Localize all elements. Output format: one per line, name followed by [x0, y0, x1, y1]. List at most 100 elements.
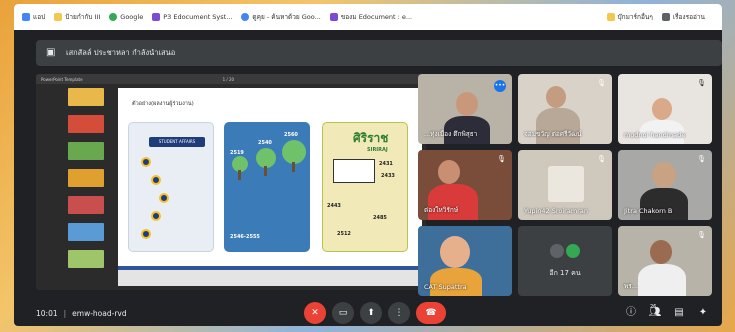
participant-name: พร... — [624, 282, 638, 290]
participant-tile[interactable]: CAT Supattra — [418, 226, 512, 296]
more-participants-tile[interactable]: อีก 17 คน — [518, 226, 612, 296]
participant-face — [548, 166, 584, 202]
page-indicator: 1 / 20 — [222, 76, 235, 82]
current-slide: ตัวอย่าง(ผลงานผู้ร่วมงาน) STUDENT AFFAIR… — [118, 88, 422, 286]
mic-off-icon: 🎙︎ — [597, 155, 606, 163]
slide-thumbnail[interactable] — [68, 88, 104, 106]
mic-off-icon: ✕ — [311, 308, 319, 318]
slide-thumbnails — [54, 88, 104, 286]
participant-tile[interactable]: 🎙︎ Yupin42 Sroiramran — [518, 150, 612, 220]
participant-tile[interactable]: 🎙︎ จอมขวัญ ต่อศรีวัฒน์ — [518, 74, 612, 144]
google-icon — [109, 13, 118, 21]
presenter-bar: ▣ เสกสัลล์ ประชาหลา กำลังนำเสนอ — [36, 40, 722, 66]
avatar — [566, 244, 580, 258]
building-icon — [333, 159, 375, 183]
bookmark-apps[interactable]: แอป — [22, 12, 45, 22]
slide-thumbnail[interactable] — [68, 115, 104, 133]
slide-thumbnail[interactable] — [68, 169, 104, 187]
activities-icon: ✦ — [698, 307, 708, 318]
mic-off-icon: 🎙︎ — [697, 155, 706, 163]
mic-off-icon: 🎙︎ — [697, 231, 706, 239]
tree-trunk — [264, 166, 267, 176]
year-label: 2560 — [284, 132, 298, 138]
p3-icon — [152, 13, 161, 21]
bookmark-google-search[interactable]: ดูคุย - ค้นหาด้วย Goo... — [241, 12, 321, 22]
panel-header: STUDENT AFFAIRS — [149, 137, 205, 147]
presenter-label: เสกสัลล์ ประชาหลา กำลังนำเสนอ — [66, 48, 176, 57]
year-label: 2519 — [230, 150, 244, 156]
shared-screen[interactable]: PowerPoint Template 1 / 20 ตัวอย่าง(ผลงา… — [36, 74, 426, 290]
tree-trunk — [238, 170, 241, 180]
year-label: 2485 — [373, 215, 387, 221]
participant-tile[interactable]: 🎙︎ พร... — [618, 226, 712, 296]
year-label: 2443 — [327, 203, 341, 209]
year-label: 2546-2555 — [230, 234, 260, 240]
timeline-dot — [151, 175, 161, 185]
leave-call-button[interactable]: ☎ — [416, 302, 446, 324]
participant-name: Yupin42 Sroiramran — [524, 207, 588, 215]
participant-face — [652, 162, 676, 188]
camera-toggle-button[interactable]: ▭ — [332, 302, 354, 324]
timeline-dot — [141, 157, 151, 167]
participant-tile[interactable]: 🎙︎ ต่องใหวิรักษ์ — [418, 150, 512, 220]
meeting-details-button[interactable]: ⓘ — [622, 304, 640, 322]
speaking-indicator-icon: ••• — [494, 80, 506, 92]
bookmark-reading-list[interactable]: เรื่องรออ่าน — [661, 12, 705, 22]
screen-toolbar: PowerPoint Template 1 / 20 — [36, 74, 426, 84]
slide-thumbnail[interactable] — [68, 196, 104, 214]
folder-icon — [606, 13, 615, 21]
bookmark-folder[interactable]: ป้ายกำกับ III — [54, 12, 100, 22]
participant-name: Jitra Chakorn B — [624, 207, 673, 215]
google-icon — [241, 13, 250, 21]
participant-count-badge: 26 — [650, 304, 657, 310]
timeline-dot — [141, 229, 151, 239]
mic-off-icon: 🎙︎ — [597, 79, 606, 87]
present-now-button[interactable]: ⬆ — [360, 302, 382, 324]
meeting-code: emw-hoad-rvd — [72, 308, 127, 318]
people-button[interactable]: 26 👥︎ — [646, 304, 664, 322]
app-title: PowerPoint Template — [41, 76, 83, 82]
participant-body — [430, 268, 482, 296]
p3-icon — [329, 13, 338, 21]
participant-body — [640, 188, 688, 220]
more-vert-icon: ⋮ — [394, 308, 404, 318]
participant-name: modnoi handmade — [624, 131, 686, 139]
participant-face — [650, 240, 672, 264]
bookmark-edocument[interactable]: ของม Edocument : e... — [329, 12, 412, 22]
slide-title: ตัวอย่าง(ผลงานผู้ร่วมงาน) — [132, 101, 194, 107]
bookmark-p3-edocument[interactable]: P3 Edocument Syst... — [152, 13, 232, 21]
participant-tile[interactable]: 🎙︎ Jitra Chakorn B — [618, 150, 712, 220]
participant-body — [638, 264, 686, 296]
year-label: 2433 — [381, 173, 395, 179]
year-label: 2431 — [379, 161, 393, 167]
participant-name: CAT Supattra — [424, 283, 467, 291]
mic-off-icon: 🎙︎ — [697, 79, 706, 87]
tree-icon — [282, 140, 306, 164]
timeline-dot — [151, 211, 161, 221]
bookmark-other[interactable]: บุ๊กมาร์กอื่นๆ — [606, 12, 653, 22]
participant-name: ...ทุ่งเมือง ตึกพิสุธา — [424, 130, 478, 138]
mic-toggle-button[interactable]: ✕ — [304, 302, 326, 324]
present-screen-icon: ▣ — [46, 47, 56, 58]
more-options-button[interactable]: ⋮ — [388, 302, 410, 324]
reading-list-icon — [661, 13, 670, 21]
participant-face — [652, 98, 672, 120]
slide-thumbnail[interactable] — [68, 142, 104, 160]
more-participants-label: อีก 17 คน — [549, 269, 581, 277]
slide-thumbnail[interactable] — [68, 223, 104, 241]
meeting-time: 10:01 — [36, 308, 58, 318]
activities-button[interactable]: ✦ — [694, 304, 712, 322]
bookmark-google[interactable]: Google — [109, 13, 143, 21]
participant-name: จอมขวัญ ต่อศรีวัฒน์ — [524, 130, 582, 138]
year-label: 2540 — [258, 140, 272, 146]
participant-tile[interactable]: 🎙︎ modnoi handmade — [618, 74, 712, 144]
participant-tile[interactable]: ••• ...ทุ่งเมือง ตึกพิสุธา — [418, 74, 512, 144]
info-icon: ⓘ — [626, 307, 636, 318]
slide-panel-student-affairs: STUDENT AFFAIRS — [128, 122, 214, 252]
hang-up-icon: ☎ — [425, 308, 437, 318]
slide-panel-siriraj: ศิริราช SIRIRAJ 2431 2433 2443 2485 2512 — [322, 122, 408, 252]
chat-button[interactable]: ▤ — [670, 304, 688, 322]
timeline-dot — [159, 193, 169, 203]
slide-thumbnail[interactable] — [68, 250, 104, 268]
bookmarks-bar: แอป ป้ายกำกับ III Google P3 Edocument Sy… — [14, 4, 722, 30]
